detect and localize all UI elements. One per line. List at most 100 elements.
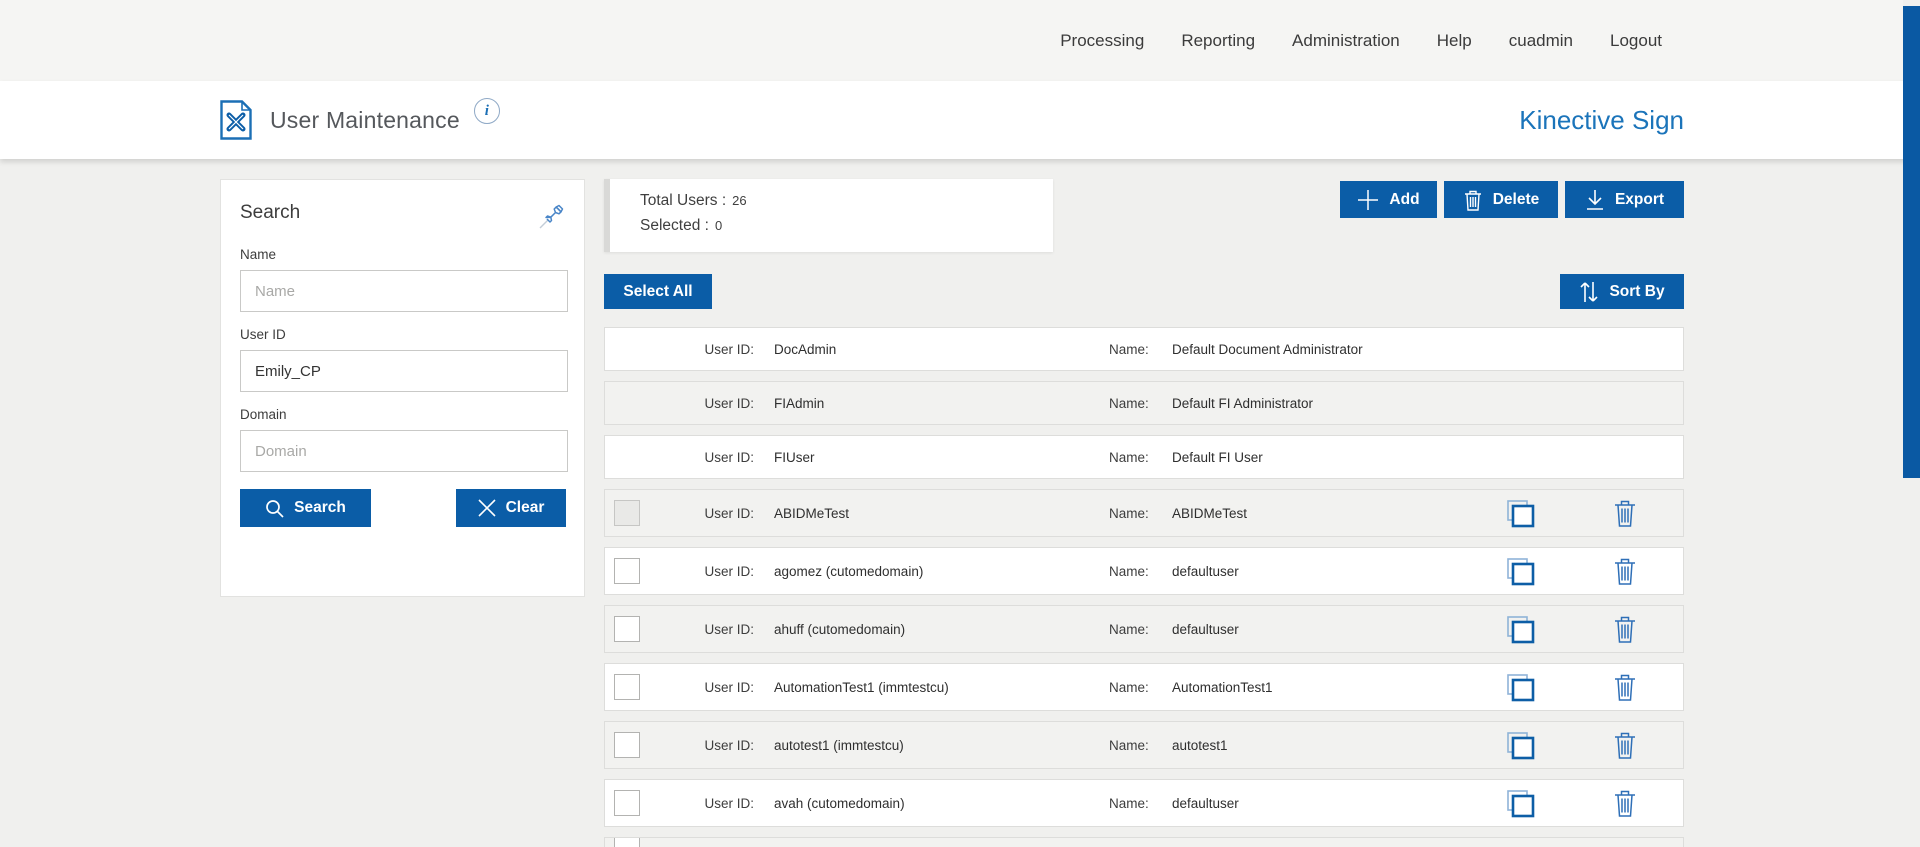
plus-icon [1357, 189, 1379, 211]
user-id-column-label: User ID: [640, 738, 754, 753]
nav-item[interactable]: Administration [1292, 31, 1400, 51]
trash-icon [1613, 673, 1637, 701]
copy-user-button[interactable] [1505, 498, 1535, 528]
table-row: User ID: DocAdmin Name: Default Document… [604, 327, 1684, 371]
row-checkbox[interactable] [614, 790, 640, 816]
delete-user-button[interactable] [1613, 615, 1637, 643]
search-button[interactable]: Search [240, 489, 371, 527]
row-checkbox[interactable] [614, 616, 640, 642]
user-id-value: FIAdmin [774, 396, 1109, 411]
trash-icon [1463, 189, 1483, 211]
copy-user-button[interactable] [1505, 672, 1535, 702]
delete-user-button[interactable] [1613, 731, 1637, 759]
delete-user-button[interactable] [1613, 557, 1637, 585]
nav-item[interactable]: Processing [1060, 31, 1144, 51]
name-value: Default FI Administrator [1172, 396, 1505, 411]
nav-item[interactable]: Help [1437, 31, 1472, 51]
row-checkbox[interactable] [614, 558, 640, 584]
clear-button-label: Clear [506, 499, 545, 517]
delete-button-label: Delete [1493, 191, 1540, 209]
name-value: defaultuser [1172, 622, 1505, 637]
user-id-column-label: User ID: [640, 506, 754, 521]
name-column-label: Name: [1109, 796, 1151, 811]
name-input[interactable] [240, 270, 568, 312]
name-field-group: Name [240, 247, 566, 312]
sort-by-label: Sort By [1609, 283, 1664, 301]
user-id-column-label: User ID: [640, 342, 754, 357]
name-field-label: Name [240, 247, 566, 262]
domain-field-label: Domain [240, 407, 566, 422]
copy-icon [1505, 672, 1535, 702]
total-users-label: Total Users : [640, 192, 726, 210]
row-checkbox[interactable] [614, 500, 640, 526]
trash-icon [1613, 789, 1637, 817]
add-button-label: Add [1389, 191, 1419, 209]
copy-user-button[interactable] [1505, 556, 1535, 586]
user-maintenance-page: Processing Reporting Administration Help… [0, 0, 1920, 847]
delete-button[interactable]: Delete [1444, 181, 1558, 218]
search-panel: Search Name User ID Domain [220, 179, 585, 597]
nav-item[interactable]: Logout [1610, 31, 1662, 51]
row-checkbox[interactable] [614, 837, 640, 847]
page-scrollbar-thumb[interactable] [1903, 6, 1920, 478]
delete-user-button[interactable] [1613, 673, 1637, 701]
name-value: Default FI User [1172, 450, 1505, 465]
name-column-label: Name: [1109, 396, 1151, 411]
copy-icon [1505, 788, 1535, 818]
name-column-label: Name: [1109, 622, 1151, 637]
info-icon[interactable]: i [474, 98, 500, 124]
name-column-label: Name: [1109, 450, 1151, 465]
header-band: User Maintenance i Kinective Sign [0, 81, 1920, 159]
user-id-column-label: User ID: [640, 450, 754, 465]
top-navigation: Processing Reporting Administration Help… [0, 0, 1920, 81]
name-value: ABIDMeTest [1172, 506, 1505, 521]
user-id-value: autotest1 (immtestcu) [774, 738, 1109, 753]
user-id-input[interactable] [240, 350, 568, 392]
table-row: User ID: autotest1 (immtestcu) Name: aut… [604, 721, 1684, 769]
export-button[interactable]: Export [1565, 181, 1684, 218]
table-row: User ID: FIAdmin Name: Default FI Admini… [604, 381, 1684, 425]
add-button[interactable]: Add [1340, 181, 1437, 218]
copy-user-button[interactable] [1505, 730, 1535, 760]
user-id-value: ABIDMeTest [774, 506, 1109, 521]
name-column-label: Name: [1109, 506, 1151, 521]
trash-icon [1613, 615, 1637, 643]
trash-icon [1613, 731, 1637, 759]
search-icon [265, 499, 284, 518]
table-row: User ID: FIUser Name: Default FI User [604, 435, 1684, 479]
row-checkbox[interactable] [614, 674, 640, 700]
search-button-label: Search [294, 499, 346, 517]
copy-user-button[interactable] [1505, 614, 1535, 644]
delete-user-button[interactable] [1613, 789, 1637, 817]
user-id-value: DocAdmin [774, 342, 1109, 357]
copy-icon [1505, 614, 1535, 644]
user-list: User ID: DocAdmin Name: Default Document… [604, 327, 1684, 827]
table-row: User ID: ABIDMeTest Name: ABIDMeTest [604, 489, 1684, 537]
clear-button[interactable]: Clear [456, 489, 566, 527]
sort-arrows-icon [1579, 281, 1599, 303]
name-column-label: Name: [1109, 564, 1151, 579]
page-title: User Maintenance [270, 107, 460, 134]
row-checkbox[interactable] [614, 732, 640, 758]
nav-item[interactable]: cuadmin [1509, 31, 1573, 51]
domain-input[interactable] [240, 430, 568, 472]
trash-icon [1613, 499, 1637, 527]
nav-item[interactable]: Reporting [1181, 31, 1255, 51]
user-id-value: ahuff (cutomedomain) [774, 622, 1109, 637]
select-all-button[interactable]: Select All [604, 274, 712, 309]
export-button-label: Export [1615, 191, 1664, 209]
name-value: AutomationTest1 [1172, 680, 1505, 695]
delete-user-button[interactable] [1613, 499, 1637, 527]
pin-icon[interactable] [536, 202, 566, 232]
selected-value: 0 [715, 218, 722, 233]
name-value: Default Document Administrator [1172, 342, 1505, 357]
download-icon [1585, 189, 1605, 211]
user-id-column-label: User ID: [640, 622, 754, 637]
sort-by-button[interactable]: Sort By [1560, 274, 1684, 309]
name-value: defaultuser [1172, 564, 1505, 579]
page-scrollbar-track[interactable] [1903, 0, 1920, 847]
clear-x-icon [478, 499, 496, 517]
selected-label: Selected : [640, 217, 709, 235]
document-tools-icon [220, 100, 252, 140]
copy-user-button[interactable] [1505, 788, 1535, 818]
